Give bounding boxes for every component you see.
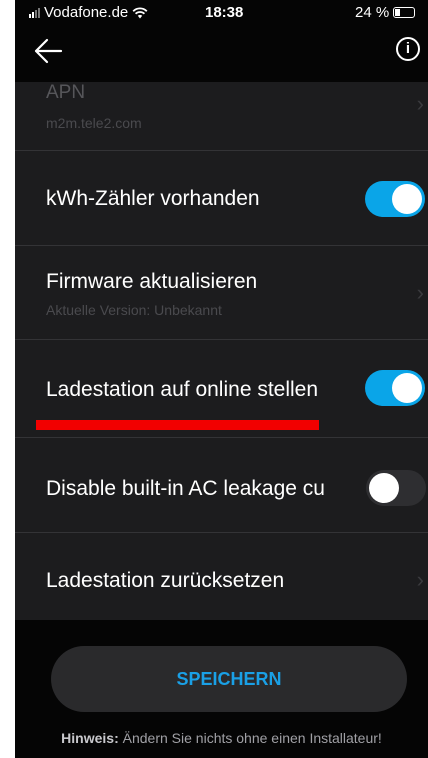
apn-label: APN <box>46 82 86 103</box>
wifi-icon <box>132 6 148 18</box>
save-button[interactable]: SPEICHERN <box>51 646 407 712</box>
signal-icon <box>29 7 40 18</box>
firmware-label: Firmware aktualisieren <box>46 270 258 293</box>
hint-message: Ändern Sie nichts ohne einen Installateu… <box>118 730 382 746</box>
online-label: Ladestation auf online stellen <box>46 378 319 401</box>
hint-text: Hinweis: Ändern Sie nichts ohne einen In… <box>15 730 428 746</box>
navigation-bar: i <box>15 24 428 82</box>
leakage-toggle[interactable] <box>366 470 426 506</box>
chevron-right-icon: › <box>416 567 424 592</box>
settings-list: APN m2m.tele2.com › kWh-Zähler vorhanden… <box>15 82 428 625</box>
leakage-label: Disable built-in AC leakage cu <box>46 477 325 500</box>
apn-row[interactable]: APN m2m.tele2.com › <box>15 82 428 151</box>
kwh-meter-row: kWh-Zähler vorhanden <box>15 151 428 246</box>
status-bar: Vodafone.de 18:38 24 % <box>15 0 428 24</box>
apn-value: m2m.tele2.com <box>46 115 142 131</box>
firmware-row[interactable]: Firmware aktualisieren Aktuelle Version:… <box>15 246 428 340</box>
battery-icon <box>393 7 416 18</box>
chevron-right-icon: › <box>416 280 424 305</box>
clock: 18:38 <box>205 4 244 21</box>
leakage-row: Disable built-in AC leakage cu <box>15 438 428 533</box>
reset-label: Ladestation zurücksetzen <box>46 569 285 592</box>
footer: SPEICHERN Hinweis: Ändern Sie nichts ohn… <box>15 620 428 758</box>
reset-row[interactable]: Ladestation zurücksetzen › <box>15 533 428 625</box>
battery-percent: 24 % <box>355 4 390 21</box>
battery-status: 24 % <box>355 4 416 21</box>
back-arrow-icon[interactable] <box>31 34 65 68</box>
hint-label: Hinweis: <box>61 730 119 746</box>
kwh-meter-label: kWh-Zähler vorhanden <box>46 187 260 210</box>
annotation-underline <box>36 420 319 430</box>
carrier-name: Vodafone.de <box>44 4 129 21</box>
chevron-right-icon: › <box>416 91 424 116</box>
info-icon[interactable]: i <box>396 37 420 61</box>
online-toggle[interactable] <box>365 370 425 406</box>
firmware-version: Aktuelle Version: Unbekannt <box>46 302 222 318</box>
carrier: Vodafone.de <box>29 4 148 21</box>
kwh-meter-toggle[interactable] <box>365 181 425 217</box>
app-screen: Vodafone.de 18:38 24 % i APN m2m.tele2.c… <box>15 0 428 758</box>
